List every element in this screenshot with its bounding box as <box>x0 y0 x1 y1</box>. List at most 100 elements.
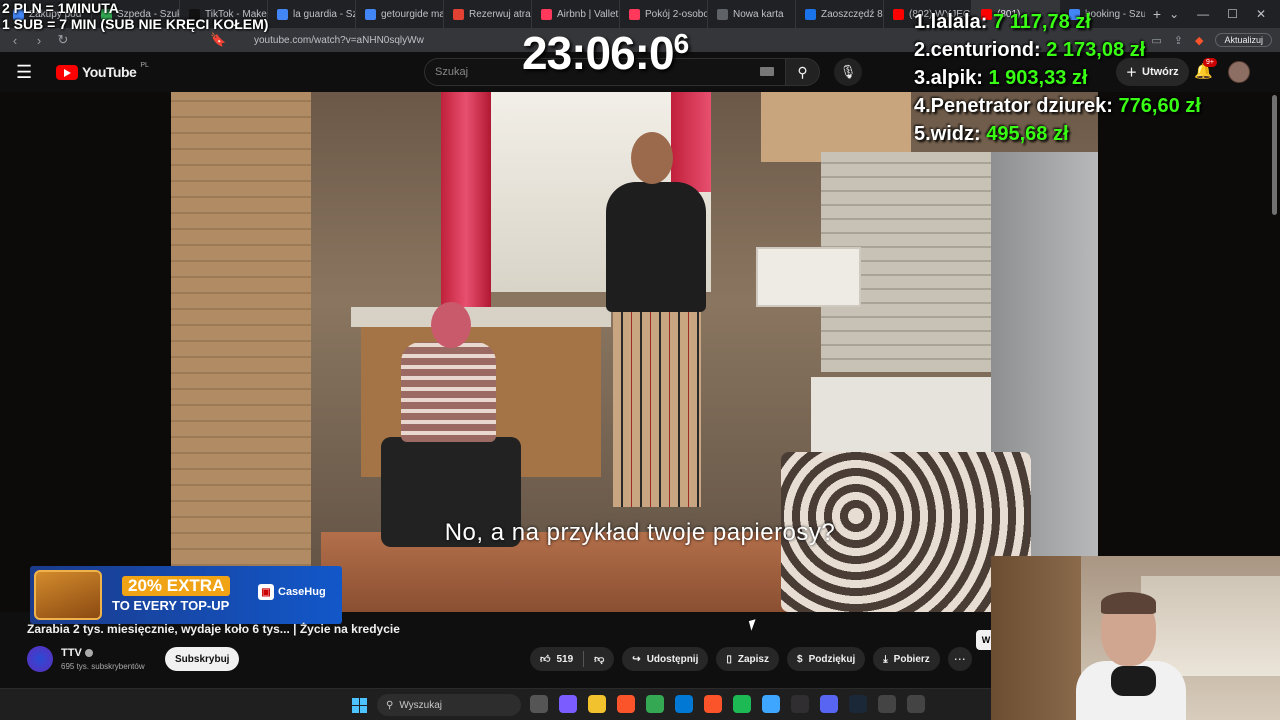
page-scrollbar[interactable] <box>1272 95 1277 215</box>
thumbs-up-icon: 👍︎ <box>540 654 551 665</box>
channel-name-text: TTV <box>61 647 82 659</box>
taskbar-search[interactable]: ⚲ Wyszukaj <box>377 694 521 716</box>
browser-tab[interactable]: Airbnb | Valleti <box>532 0 620 28</box>
tab-label: getourgide ma <box>381 8 444 20</box>
brave-icon[interactable] <box>704 695 722 713</box>
youtube-logo[interactable]: YouTube PL <box>56 62 149 80</box>
browser-tab[interactable]: Zaoszczędź 85 <box>796 0 884 28</box>
tab-favicon-icon <box>453 8 464 20</box>
leaderboard-row: 3.alpik: 1 903,33 zł <box>914 64 1201 92</box>
copilot-icon[interactable] <box>559 695 577 713</box>
tab-favicon-icon <box>541 8 552 20</box>
tab-label: Pokój 2-osobo <box>645 8 708 20</box>
tab-favicon-icon <box>365 8 376 20</box>
brave-icon[interactable] <box>617 695 635 713</box>
leaderboard-name: 3.alpik: <box>914 67 989 89</box>
windows-start-icon[interactable] <box>352 698 367 713</box>
like-dislike-group: 👍︎ 519 👎︎ <box>530 647 615 671</box>
leaderboard-name: 5.widz: <box>914 123 987 145</box>
share-label: Udostępnij <box>646 653 699 665</box>
forward-icon[interactable]: › <box>32 33 46 48</box>
leaderboard-name: 1.lalala: <box>914 11 993 33</box>
donation-rate-line: 2 PLN = 1MINUTA <box>2 0 119 16</box>
download-button[interactable]: ⤓ Pobierz <box>873 647 940 671</box>
subscriber-count: 695 tys. subskrybentów <box>61 662 145 671</box>
download-label: Pobierz <box>893 653 930 665</box>
reload-icon[interactable]: ↻ <box>56 32 70 48</box>
browser-tab[interactable]: Pokój 2-osobo <box>620 0 708 28</box>
browser-tab[interactable]: Nowa karta <box>708 0 796 28</box>
url-field[interactable]: youtube.com/watch?v=aNHN0sqlyWw <box>254 35 424 46</box>
tab-label: Rezerwuj atrak <box>469 8 532 20</box>
bookmark-icon: ▯ <box>726 653 732 665</box>
bookmark-icon[interactable]: 🔖 <box>210 32 226 48</box>
save-label: Zapisz <box>737 653 769 665</box>
update-button[interactable]: Aktualizuj <box>1215 33 1272 47</box>
browser-tab[interactable]: Rezerwuj atrak <box>444 0 532 28</box>
folder-icon[interactable] <box>588 695 606 713</box>
leaderboard-row: 1.lalala: 7 117,78 zł <box>914 8 1201 36</box>
taskbar-search-label: Wyszukaj <box>399 699 443 711</box>
video-player[interactable]: No, a na przykład twoje papierosy? <box>0 92 1280 612</box>
donation-leaderboard: 1.lalala: 7 117,78 zł 2.centuriond: 2 173… <box>914 8 1201 148</box>
store-icon[interactable] <box>675 695 693 713</box>
stream-timer: 23:06:06 <box>522 26 689 80</box>
webcam-overlay <box>991 556 1280 720</box>
spotify-icon[interactable] <box>733 695 751 713</box>
avatar[interactable] <box>1228 61 1250 83</box>
sub-rate-line: 1 SUB = 7 MIN (SUB NIE KRĘCI KOŁEM) <box>2 16 269 32</box>
thanks-button[interactable]: $ Podziękuj <box>787 647 866 671</box>
steam-icon[interactable] <box>849 695 867 713</box>
save-button[interactable]: ▯ Zapisz <box>716 647 779 671</box>
channel-name[interactable]: TTV <box>61 647 93 659</box>
channel-avatar[interactable] <box>27 646 53 672</box>
tab-label: Nowa karta <box>733 8 784 20</box>
screen: { "browser": { "tabs": [ {"label": "Zaku… <box>0 0 1280 720</box>
mouse-cursor <box>748 619 759 631</box>
video-actions: 👍︎ 519 👎︎ ↪ Udostępnij ▯ Zapisz $ Podziękuj … <box>530 647 972 671</box>
subscribe-button[interactable]: Subskrybuj <box>165 647 240 671</box>
video-subtitle: No, a na przykład twoje papierosy? <box>444 519 836 546</box>
obs-icon[interactable] <box>791 695 809 713</box>
dislike-button[interactable]: 👎︎ <box>584 647 614 671</box>
leaderboard-amount: 1 903,33 zł <box>988 67 1088 89</box>
menu-icon[interactable]: ☰ <box>16 62 34 83</box>
ad-brand: ▣ CaseHug <box>258 584 326 600</box>
maximize-icon[interactable]: ☐ <box>1227 7 1238 21</box>
app-icon[interactable] <box>878 695 896 713</box>
taskbar-apps <box>530 695 925 713</box>
voice-search-button[interactable]: 🎙 <box>834 58 862 86</box>
close-icon[interactable]: ✕ <box>1256 7 1266 21</box>
search-icon: ⚲ <box>386 699 394 711</box>
file-icon[interactable] <box>530 695 548 713</box>
more-options-button[interactable]: ⋯ <box>947 647 972 671</box>
chrome-icon[interactable] <box>646 695 664 713</box>
thanks-icon: $ <box>797 653 803 665</box>
leaderboard-amount: 776,60 zł <box>1118 95 1201 117</box>
share-button[interactable]: ↪ Udostępnij <box>622 647 709 671</box>
browser-tab[interactable]: la guardia - Szu <box>268 0 356 28</box>
search-button[interactable]: ⚲ <box>786 58 820 86</box>
notes-icon[interactable] <box>762 695 780 713</box>
ad-banner[interactable]: 20% EXTRA TO EVERY TOP-UP ▣ CaseHug <box>30 566 342 624</box>
ad-subline: TO EVERY TOP-UP <box>112 598 230 613</box>
app-icon[interactable] <box>907 695 925 713</box>
discord-icon[interactable] <box>820 695 838 713</box>
chest-icon <box>34 570 102 620</box>
tab-label: la guardia - Szu <box>293 8 355 20</box>
like-button[interactable]: 👍︎ 519 <box>530 647 583 671</box>
download-icon: ⤓ <box>883 653 888 665</box>
back-icon[interactable]: ‹ <box>8 33 22 48</box>
keyboard-icon[interactable] <box>760 67 774 76</box>
leaderboard-row: 2.centuriond: 2 173,08 zł <box>914 36 1201 64</box>
leaderboard-row: 5.widz: 495,68 zł <box>914 120 1201 148</box>
ad-headline: 20% EXTRA <box>122 576 231 596</box>
leaderboard-name: 4.Penetrator dziurek: <box>914 95 1119 117</box>
notification-badge: 9+ <box>1203 58 1217 67</box>
search-icon: ⚲ <box>797 63 808 80</box>
leaderboard-name: 2.centuriond: <box>914 39 1047 61</box>
timer-main: 23:06:0 <box>522 27 675 79</box>
youtube-logo-text: YouTube <box>82 64 137 80</box>
windows-taskbar: ⚲ Wyszukaj <box>0 688 991 720</box>
browser-tab[interactable]: getourgide ma <box>356 0 444 28</box>
